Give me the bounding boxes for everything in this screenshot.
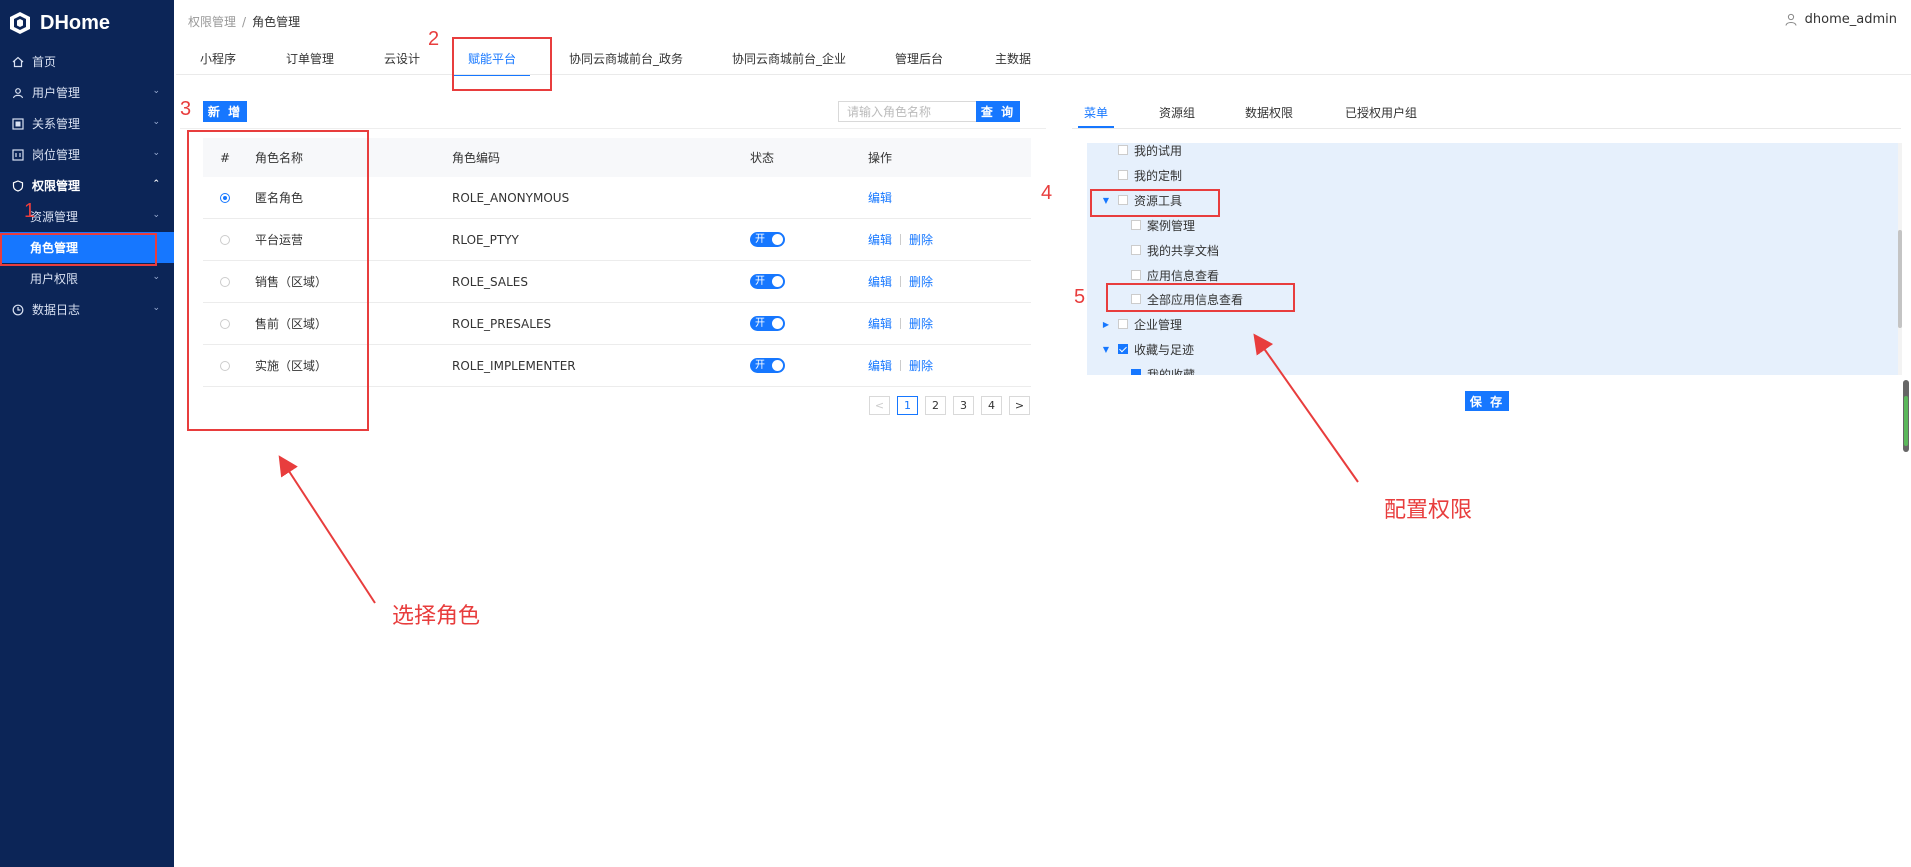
arrow-to-role-column bbox=[278, 455, 376, 604]
arrow-to-permission-tree bbox=[1253, 333, 1359, 483]
annotation-arrows bbox=[278, 333, 1359, 604]
